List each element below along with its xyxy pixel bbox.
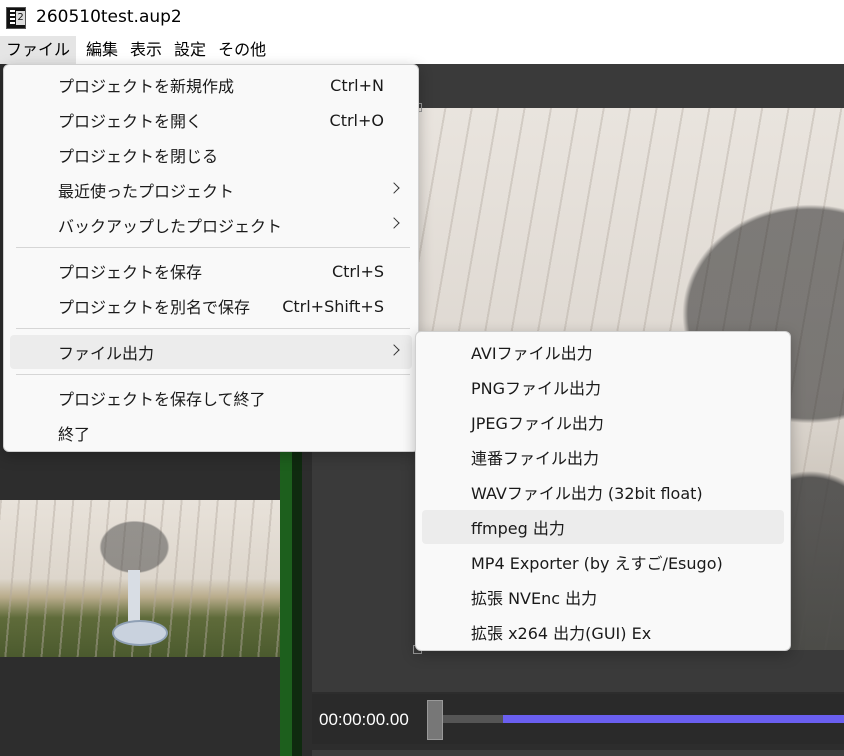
submenu-item-wav[interactable]: WAVファイル出力 (32bit float): [422, 475, 784, 509]
submenu-item-label: JPEGファイル出力: [471, 414, 604, 433]
menu-item-label: バックアップしたプロジェクト: [58, 217, 283, 236]
menu-item-shortcut: Ctrl+N: [330, 75, 384, 95]
timeline-edge: [312, 750, 844, 756]
menu-item-new-project[interactable]: プロジェクトを新規作成 Ctrl+N: [10, 68, 412, 102]
file-menu-dropdown: プロジェクトを新規作成 Ctrl+N プロジェクトを開く Ctrl+O プロジェ…: [3, 64, 419, 452]
submenu-item-avi[interactable]: AVIファイル出力: [422, 335, 784, 369]
menu-item-save-as[interactable]: プロジェクトを別名で保存 Ctrl+Shift+S: [10, 289, 412, 323]
menu-item-exit[interactable]: 終了: [10, 416, 412, 450]
menu-item-shortcut: Ctrl+Shift+S: [282, 296, 384, 316]
seek-progress[interactable]: [503, 715, 844, 723]
menu-item-file-export[interactable]: ファイル出力: [10, 335, 412, 369]
menu-item-save-project[interactable]: プロジェクトを保存 Ctrl+S: [10, 254, 412, 288]
submenu-item-label: ffmpeg 出力: [471, 519, 565, 538]
menu-item-shortcut: Ctrl+S: [331, 261, 384, 281]
timecode-display: 00:00:00.00: [319, 710, 409, 729]
submenu-item-label: MP4 Exporter (by えすご/Esugo): [471, 554, 723, 573]
menu-other[interactable]: その他: [212, 36, 272, 64]
seek-track[interactable]: [443, 715, 503, 723]
menu-item-label: プロジェクトを閉じる: [58, 147, 219, 166]
submenu-item-ffmpeg[interactable]: ffmpeg 出力: [422, 510, 784, 544]
menu-item-label: ファイル出力: [58, 344, 155, 363]
menu-item-label: プロジェクトを新規作成: [58, 77, 235, 96]
submenu-item-label: WAVファイル出力 (32bit float): [471, 484, 703, 503]
chevron-right-icon: [388, 344, 400, 356]
menu-divider: [16, 328, 410, 329]
file-export-submenu: AVIファイル出力 PNGファイル出力 JPEGファイル出力 連番ファイル出力 …: [415, 331, 791, 651]
menu-divider: [16, 374, 410, 375]
timeline-layer-strip: [280, 452, 302, 756]
menu-item-label: プロジェクトを保存: [58, 263, 203, 282]
menu-bar: ファイル 編集 表示 設定 その他: [0, 36, 844, 64]
clip-thumbnail[interactable]: [0, 500, 280, 657]
menu-item-backup-projects[interactable]: バックアップしたプロジェクト: [10, 208, 412, 242]
submenu-item-x264[interactable]: 拡張 x264 出力(GUI) Ex: [422, 615, 784, 649]
menu-item-label: プロジェクトを別名で保存: [58, 298, 251, 317]
submenu-item-label: AVIファイル出力: [471, 344, 593, 363]
menu-divider: [16, 247, 410, 248]
menu-item-label: 最近使ったプロジェクト: [58, 182, 235, 201]
menu-item-save-and-exit[interactable]: プロジェクトを保存して終了: [10, 381, 412, 415]
menu-item-label: プロジェクトを開く: [58, 112, 203, 131]
submenu-item-label: 拡張 x264 出力(GUI) Ex: [471, 624, 652, 643]
seek-slider-handle[interactable]: [427, 700, 443, 740]
menu-item-label: プロジェクトを保存して終了: [58, 390, 266, 409]
submenu-item-sequence[interactable]: 連番ファイル出力: [422, 440, 784, 474]
menu-item-recent-projects[interactable]: 最近使ったプロジェクト: [10, 173, 412, 207]
submenu-item-jpeg[interactable]: JPEGファイル出力: [422, 405, 784, 439]
submenu-item-label: PNGファイル出力: [471, 379, 602, 398]
menu-edit[interactable]: 編集: [80, 36, 124, 64]
fan-base-shape: [112, 620, 168, 646]
submenu-item-label: 拡張 NVEnc 出力: [471, 589, 598, 608]
menu-settings[interactable]: 設定: [168, 36, 212, 64]
window-title: 260510test.aup2: [36, 7, 182, 27]
menu-item-label: 終了: [58, 425, 91, 444]
title-bar: 260510test.aup2: [0, 0, 844, 36]
film-icon: [6, 7, 26, 29]
menu-view[interactable]: 表示: [124, 36, 168, 64]
menu-item-shortcut: Ctrl+O: [329, 110, 384, 130]
submenu-item-label: 連番ファイル出力: [471, 449, 600, 468]
chevron-right-icon: [388, 217, 400, 229]
chevron-right-icon: [388, 182, 400, 194]
menu-item-close-project[interactable]: プロジェクトを閉じる: [10, 138, 412, 172]
menu-item-open-project[interactable]: プロジェクトを開く Ctrl+O: [10, 103, 412, 137]
submenu-item-nvenc[interactable]: 拡張 NVEnc 出力: [422, 580, 784, 614]
submenu-item-png[interactable]: PNGファイル出力: [422, 370, 784, 404]
menu-file[interactable]: ファイル: [0, 36, 77, 64]
submenu-item-mp4-exporter[interactable]: MP4 Exporter (by えすご/Esugo): [422, 545, 784, 579]
